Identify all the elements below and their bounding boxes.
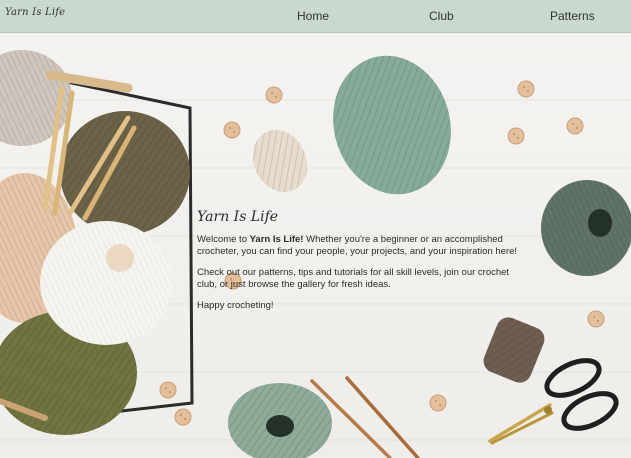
intro-paragraph: Welcome to Yarn Is Life! Whether you're …: [197, 233, 518, 258]
nav-home[interactable]: Home: [297, 9, 329, 23]
brand-name-bold: Yarn Is Life!: [249, 233, 304, 245]
closing-paragraph: Happy crocheting!: [197, 299, 274, 311]
sage-yarn-bottom: [228, 383, 332, 458]
welcome-text-block: Yarn Is Life Welcome to Yarn Is Life! Wh…: [197, 209, 527, 321]
script-title: Yarn Is Life: [197, 209, 279, 225]
nav-patterns[interactable]: Patterns: [550, 9, 595, 23]
cream-skein: [252, 129, 308, 193]
yarn-basket: [0, 50, 194, 435]
top-nav: Yarn Is Life Home Club Patterns: [0, 0, 631, 33]
sage-yarn-ball: [333, 55, 451, 195]
dark-green-yarn: [541, 180, 631, 276]
site-logo[interactable]: Yarn Is Life: [5, 7, 65, 18]
nav-club[interactable]: Club: [429, 9, 454, 23]
patterns-paragraph: Check out our patterns, tips and tutoria…: [197, 266, 510, 291]
brown-skein: [483, 317, 545, 383]
